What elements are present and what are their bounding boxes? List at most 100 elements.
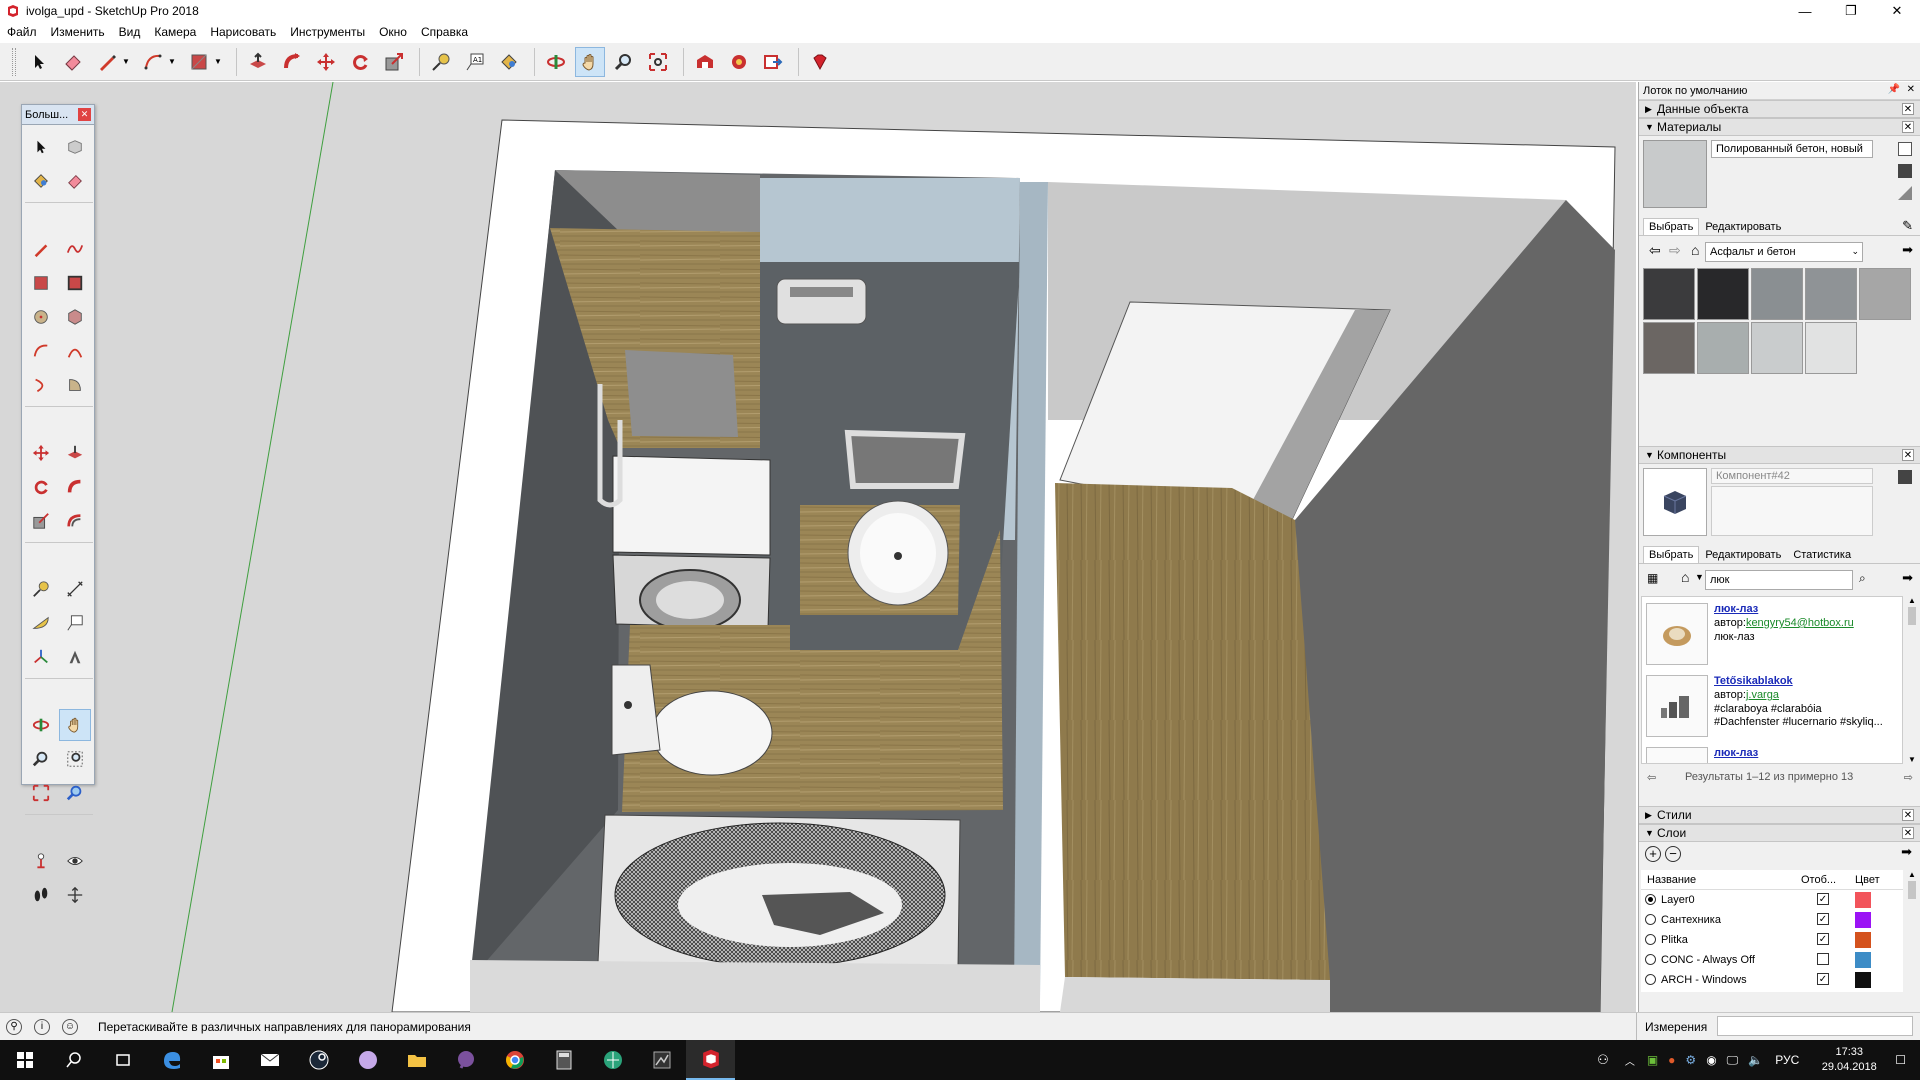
components-tab-edit[interactable]: Редактировать: [1699, 546, 1787, 563]
layer-name[interactable]: Сантехника: [1661, 914, 1721, 926]
arc-tool-button[interactable]: [138, 47, 168, 77]
result-title[interactable]: Tetősikablakok: [1714, 675, 1793, 687]
layer-row[interactable]: ARCH - Windows ✓: [1641, 970, 1903, 990]
push-pull-tool[interactable]: [59, 437, 91, 469]
list-item[interactable]: люк-лаз: [1642, 745, 1902, 763]
add-layer-icon[interactable]: +: [1645, 846, 1661, 862]
extension-warehouse-button[interactable]: [724, 47, 754, 77]
dimension-tool[interactable]: [59, 573, 91, 605]
materials-panel-header[interactable]: ▼ Материалы ✕: [1639, 118, 1920, 136]
col-color[interactable]: Цвет: [1855, 874, 1880, 886]
two-point-arc-tool[interactable]: [59, 335, 91, 367]
text-tool[interactable]: [59, 607, 91, 639]
menu-tools[interactable]: Инструменты: [290, 25, 365, 39]
network-icon[interactable]: 🖵: [1727, 1053, 1739, 1068]
layer-color-swatch[interactable]: [1855, 912, 1871, 928]
input-language[interactable]: РУС: [1775, 1053, 1799, 1067]
component-desc-field[interactable]: [1711, 486, 1873, 536]
result-title[interactable]: люк-лаз: [1714, 603, 1758, 615]
move-tool[interactable]: [25, 437, 57, 469]
prev-page-icon[interactable]: ⇦: [1647, 771, 1656, 784]
components-tab-statistics[interactable]: Статистика: [1787, 546, 1857, 563]
explorer-taskbar-button[interactable]: [392, 1040, 441, 1080]
app-taskbar-button[interactable]: [637, 1040, 686, 1080]
sketchup-taskbar-button[interactable]: [686, 1040, 735, 1080]
zoom-extents-tool[interactable]: [25, 777, 57, 809]
position-camera-tool[interactable]: [25, 845, 57, 877]
freehand-tool[interactable]: [59, 233, 91, 265]
select-tool[interactable]: [25, 131, 57, 163]
line-tool-button[interactable]: [92, 47, 122, 77]
3d-text-tool[interactable]: [59, 641, 91, 673]
measurements-input[interactable]: [1717, 1016, 1913, 1036]
zoom-tool-button[interactable]: [609, 47, 639, 77]
search-taskbar-button[interactable]: [49, 1040, 98, 1080]
line-tool[interactable]: [25, 233, 57, 265]
list-item[interactable]: люк-лаз автор:kengyry54@hotbox.ru люк-ла…: [1642, 601, 1902, 669]
tray-app-icon[interactable]: ●: [1668, 1053, 1675, 1067]
follow-me-tool-button[interactable]: [277, 47, 307, 77]
panel-close-icon[interactable]: ✕: [1902, 103, 1914, 115]
arc-tool[interactable]: [25, 335, 57, 367]
material-swatch[interactable]: [1751, 268, 1803, 320]
materials-tab-select[interactable]: Выбрать: [1643, 218, 1700, 235]
material-name-field[interactable]: Полированный бетон, новый: [1711, 140, 1873, 158]
remove-layer-icon[interactable]: −: [1665, 846, 1681, 862]
previous-view-tool[interactable]: [59, 777, 91, 809]
material-swatch[interactable]: [1805, 268, 1857, 320]
layer-color-swatch[interactable]: [1855, 892, 1871, 908]
back-arrow-icon[interactable]: ⇦: [1649, 242, 1661, 259]
components-tab-select[interactable]: Выбрать: [1643, 546, 1700, 563]
components-panel-header[interactable]: ▼ Компоненты ✕: [1639, 446, 1920, 464]
protractor-tool[interactable]: [25, 607, 57, 639]
layer-row[interactable]: CONC - Always Off: [1641, 950, 1903, 970]
scale-tool[interactable]: [25, 505, 57, 537]
zoom-tool[interactable]: [25, 743, 57, 775]
orbit-tool-button[interactable]: [541, 47, 571, 77]
pin-icon[interactable]: 📌: [1888, 84, 1900, 95]
col-name[interactable]: Название: [1647, 874, 1696, 886]
menu-camera[interactable]: Камера: [154, 25, 196, 39]
layers-scrollbar[interactable]: ▲: [1905, 870, 1919, 992]
mail-taskbar-button[interactable]: [245, 1040, 294, 1080]
forward-arrow-icon[interactable]: ⇨: [1669, 242, 1681, 259]
panel-close-icon[interactable]: ✕: [1902, 121, 1914, 133]
push-pull-tool-button[interactable]: [243, 47, 273, 77]
display-secondary-icon[interactable]: [1898, 164, 1912, 178]
layers-panel-header[interactable]: ▼ Слои ✕: [1639, 824, 1920, 842]
viber-taskbar-button[interactable]: [441, 1040, 490, 1080]
layer-visible-checkbox[interactable]: ✓: [1817, 933, 1829, 945]
extension-manager-button[interactable]: [805, 47, 835, 77]
layer-name[interactable]: Layer0: [1661, 894, 1695, 906]
layer-name[interactable]: ARCH - Windows: [1661, 974, 1747, 986]
tray-title-bar[interactable]: Лоток по умолчанию 📌 ✕: [1639, 82, 1920, 100]
list-item[interactable]: Tetősikablakok автор:j.varga #claraboya …: [1642, 673, 1902, 741]
create-material-icon[interactable]: [1898, 142, 1912, 156]
menu-edit[interactable]: Изменить: [51, 25, 105, 39]
clock[interactable]: 17:33 29.04.2018: [1809, 1045, 1889, 1075]
materials-tab-edit[interactable]: Редактировать: [1699, 218, 1787, 235]
scroll-thumb[interactable]: [1908, 881, 1916, 899]
tray-app-icon[interactable]: ⚙: [1685, 1053, 1696, 1067]
layer-visible-checkbox[interactable]: ✓: [1817, 973, 1829, 985]
tray-app-icon[interactable]: ◉: [1706, 1053, 1716, 1067]
offset-tool[interactable]: [59, 505, 91, 537]
material-swatch[interactable]: [1751, 322, 1803, 374]
orbit-tool[interactable]: [25, 709, 57, 741]
close-window-button[interactable]: ✕: [1874, 0, 1920, 22]
look-around-tool[interactable]: [59, 845, 91, 877]
layer-name[interactable]: CONC - Always Off: [1661, 954, 1755, 966]
three-point-arc-tool[interactable]: [25, 369, 57, 401]
eyedropper-icon[interactable]: ✎: [1902, 218, 1913, 234]
result-author[interactable]: j.varga: [1746, 689, 1779, 701]
menu-window[interactable]: Окно: [379, 25, 407, 39]
details-arrow-icon[interactable]: ➡: [1902, 570, 1913, 586]
home-icon[interactable]: ⌂: [1691, 242, 1699, 258]
line-tool-dropdown[interactable]: ▼: [122, 57, 132, 66]
details-arrow-icon[interactable]: ➡: [1902, 242, 1913, 258]
edge-taskbar-button[interactable]: [147, 1040, 196, 1080]
user-account-icon[interactable]: ☺: [62, 1018, 78, 1035]
styles-panel-header[interactable]: ▶ Стили ✕: [1639, 806, 1920, 824]
paint-bucket-tool[interactable]: [25, 165, 57, 197]
results-scrollbar[interactable]: ▲ ▼: [1905, 596, 1919, 764]
